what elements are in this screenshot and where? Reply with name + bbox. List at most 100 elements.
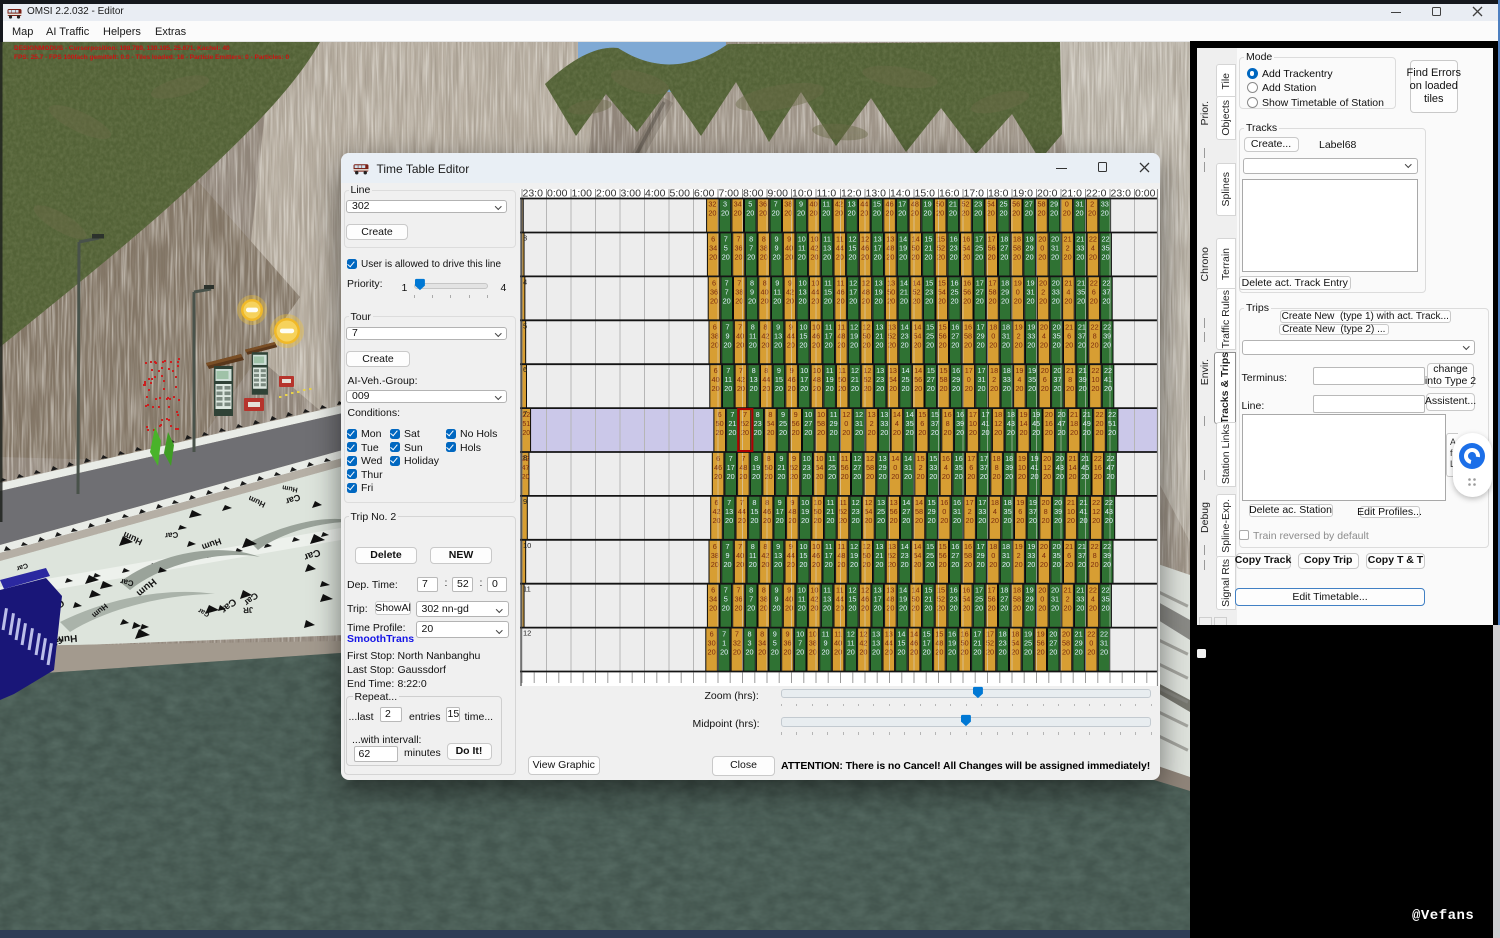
- svg-text:7: 7: [722, 630, 726, 639]
- svg-text:44: 44: [860, 200, 868, 209]
- svg-text:15: 15: [924, 586, 932, 595]
- svg-text:20: 20: [1040, 340, 1048, 349]
- svg-text:58: 58: [1037, 200, 1045, 209]
- svg-text:47: 47: [522, 465, 530, 472]
- svg-text:17: 17: [977, 366, 985, 375]
- svg-text:22: 22: [1091, 542, 1099, 551]
- svg-text:19: 19: [1027, 542, 1035, 551]
- svg-text:23:0: 23:0: [1111, 189, 1132, 200]
- svg-text:20: 20: [1015, 560, 1023, 569]
- svg-text:58: 58: [866, 463, 874, 472]
- svg-text:20: 20: [710, 296, 718, 305]
- svg-text:15: 15: [925, 278, 933, 287]
- svg-text:20: 20: [1027, 340, 1035, 349]
- svg-text:14: 14: [900, 278, 908, 287]
- svg-text:20: 20: [721, 209, 729, 218]
- svg-text:37: 37: [1078, 551, 1086, 560]
- svg-text:13: 13: [880, 410, 888, 419]
- svg-text:21: 21: [1075, 630, 1083, 639]
- svg-text:29: 29: [1050, 200, 1058, 209]
- svg-text:22: 22: [1089, 235, 1097, 244]
- svg-text:50: 50: [887, 287, 895, 296]
- svg-text:20: 20: [989, 560, 997, 569]
- svg-text:20: 20: [1053, 366, 1061, 375]
- svg-text:7: 7: [727, 498, 731, 507]
- svg-text:20: 20: [978, 516, 986, 525]
- svg-text:8: 8: [1044, 507, 1048, 516]
- svg-text:50: 50: [912, 595, 920, 604]
- svg-text:20: 20: [931, 428, 939, 437]
- svg-text:4: 4: [1017, 375, 1021, 384]
- svg-text:21: 21: [826, 507, 834, 516]
- svg-text:58: 58: [817, 419, 825, 428]
- svg-text:20: 20: [991, 516, 999, 525]
- svg-text:17: 17: [975, 586, 983, 595]
- svg-text:21: 21: [1068, 454, 1076, 463]
- svg-text:20: 20: [1075, 648, 1083, 657]
- svg-text:34: 34: [758, 639, 766, 648]
- svg-text:20: 20: [891, 472, 899, 481]
- svg-text:20: 20: [779, 428, 787, 437]
- svg-text:20: 20: [1026, 604, 1034, 613]
- svg-text:21: 21: [1065, 542, 1073, 551]
- svg-text:35: 35: [1102, 244, 1110, 253]
- svg-text:33: 33: [978, 507, 986, 516]
- svg-text:56: 56: [890, 507, 898, 516]
- svg-text:9:00: 9:00: [768, 189, 789, 200]
- svg-text:34: 34: [734, 200, 742, 209]
- svg-text:54: 54: [815, 463, 823, 472]
- svg-text:20: 20: [722, 253, 730, 262]
- svg-text:21: 21: [924, 244, 932, 253]
- svg-text:9: 9: [778, 498, 782, 507]
- svg-text:20: 20: [1056, 454, 1064, 463]
- svg-text:20: 20: [913, 340, 921, 349]
- svg-text:11: 11: [774, 287, 782, 296]
- svg-text:20: 20: [1088, 209, 1096, 218]
- svg-text:16: 16: [950, 278, 958, 287]
- svg-text:17: 17: [825, 551, 833, 560]
- svg-text:16: 16: [953, 498, 961, 507]
- svg-text:20: 20: [841, 472, 849, 481]
- svg-text:11:0: 11:0: [817, 189, 837, 200]
- svg-text:19: 19: [850, 551, 858, 560]
- svg-text:20: 20: [950, 296, 958, 305]
- svg-text:56: 56: [988, 244, 996, 253]
- svg-text:19: 19: [899, 595, 907, 604]
- svg-text:10: 10: [813, 366, 821, 375]
- svg-text:20: 20: [1089, 253, 1097, 262]
- svg-text:6: 6: [523, 365, 527, 374]
- svg-text:9: 9: [523, 497, 527, 506]
- svg-text:11: 11: [847, 639, 855, 648]
- svg-text:20: 20: [877, 516, 885, 525]
- svg-text:20: 20: [836, 604, 844, 613]
- svg-text:2: 2: [1017, 331, 1021, 340]
- svg-text:11: 11: [823, 200, 831, 209]
- svg-text:12: 12: [862, 278, 870, 287]
- svg-text:43: 43: [1007, 419, 1015, 428]
- svg-text:20: 20: [939, 560, 947, 569]
- svg-text:20: 20: [798, 604, 806, 613]
- svg-text:12: 12: [1092, 507, 1100, 516]
- svg-text:20: 20: [1102, 604, 1110, 613]
- svg-text:20: 20: [1066, 384, 1074, 393]
- svg-text:20: 20: [712, 516, 720, 525]
- svg-text:11: 11: [838, 322, 846, 331]
- svg-text:16: 16: [964, 542, 972, 551]
- svg-text:20: 20: [901, 384, 909, 393]
- svg-text:18: 18: [1000, 235, 1008, 244]
- svg-text:7: 7: [749, 244, 753, 253]
- svg-text:20: 20: [977, 340, 985, 349]
- svg-text:15: 15: [848, 595, 856, 604]
- svg-text:20: 20: [1015, 384, 1023, 393]
- svg-text:16: 16: [948, 630, 956, 639]
- svg-text:10: 10: [798, 235, 806, 244]
- svg-text:17: 17: [898, 200, 906, 209]
- svg-text:10: 10: [811, 278, 819, 287]
- svg-text:19: 19: [1026, 586, 1034, 595]
- svg-text:20: 20: [799, 296, 807, 305]
- svg-text:20: 20: [1091, 340, 1099, 349]
- svg-text:20: 20: [748, 296, 756, 305]
- svg-text:29: 29: [977, 331, 985, 340]
- svg-text:21: 21: [1083, 410, 1091, 419]
- svg-text:10:0: 10:0: [792, 189, 813, 200]
